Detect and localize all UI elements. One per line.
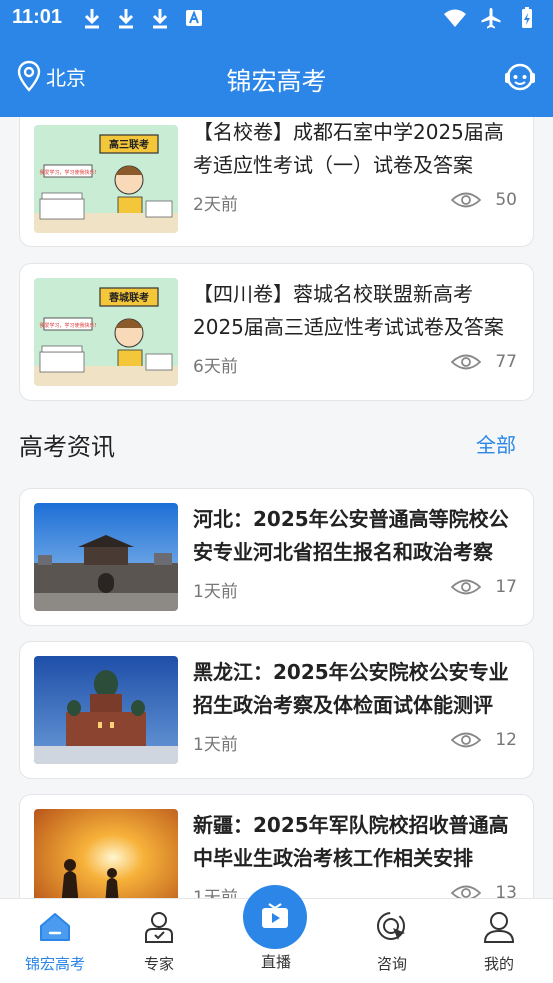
news-view-all-link[interactable]: 全部 xyxy=(476,429,516,458)
wifi-icon xyxy=(444,9,466,27)
tab-label: 专家 xyxy=(143,955,174,973)
news-card-views: 12 xyxy=(451,730,517,750)
tab-label: 直播 xyxy=(260,953,291,971)
tab-me[interactable]: 我的 xyxy=(444,899,553,983)
eye-icon xyxy=(451,732,482,748)
news-thumbnail xyxy=(34,503,178,611)
tab-consult[interactable]: 咨询 xyxy=(337,899,447,983)
exam-card[interactable]: 高三联考 我爱学习，学习使我快乐! 【名校卷】成都石室中学2025届高考适应性考… xyxy=(19,117,534,247)
nav-bar: 北京 锦宏高考 xyxy=(0,48,553,108)
notification-icons xyxy=(80,6,206,30)
font-a-icon xyxy=(186,10,202,26)
expert-icon xyxy=(145,912,173,943)
exam-card-views: 77 xyxy=(451,352,517,372)
news-card-views: 17 xyxy=(451,577,517,597)
news-card-date: 1天前 xyxy=(193,735,238,755)
view-count: 50 xyxy=(495,190,517,210)
news-card-title: 河北：2025年公安普通高等院校公安专业河北省招生报名和政治考察 xyxy=(193,507,509,564)
tab-live[interactable]: 直播 xyxy=(221,885,331,983)
news-card-views: 13 xyxy=(451,883,517,898)
view-count: 77 xyxy=(495,352,517,372)
tv-play-icon xyxy=(262,903,288,928)
eye-icon xyxy=(451,192,482,208)
exam-card-date: 6天前 xyxy=(193,357,238,377)
airplane-icon xyxy=(481,8,501,29)
bottom-tab-bar: 锦宏高考 专家 直播 咨询 我的 xyxy=(0,885,553,983)
download-icon xyxy=(84,9,100,29)
exam-card[interactable]: 蓉城联考 我爱学习，学习使我快乐! 【四川卷】蓉城名校联盟新高考2025届高三适… xyxy=(19,263,534,401)
news-card-date: 1天前 xyxy=(193,888,238,898)
system-icons xyxy=(443,6,539,30)
download-icon xyxy=(152,9,168,29)
news-thumbnail xyxy=(34,656,178,764)
exam-card-title: 【名校卷】成都石室中学2025届高考适应性考试（一）试卷及答案 xyxy=(193,120,504,177)
speech-bubble-text: 我爱学习，学习使我快乐! xyxy=(39,322,96,329)
view-count: 17 xyxy=(495,577,517,597)
view-count: 13 xyxy=(495,883,517,898)
customer-service-icon[interactable] xyxy=(503,60,537,94)
live-button[interactable] xyxy=(243,885,307,949)
news-card[interactable]: 河北：2025年公安普通高等院校公安专业河北省招生报名和政治考察 1天前 17 xyxy=(19,488,534,626)
download-icon xyxy=(118,9,134,29)
tab-label: 我的 xyxy=(483,955,514,973)
news-thumbnail xyxy=(34,809,178,898)
speech-bubble-text: 我爱学习，学习使我快乐! xyxy=(39,169,96,176)
exam-thumbnail: 高三联考 我爱学习，学习使我快乐! xyxy=(34,125,178,233)
exam-card-title: 【四川卷】蓉城名校联盟新高考2025届高三适应性考试试卷及答案 xyxy=(193,282,504,339)
tab-label: 咨询 xyxy=(376,955,407,973)
battery-charging-icon xyxy=(522,7,532,28)
student-cartoon-image: 蓉城联考 我爱学习，学习使我快乐! xyxy=(34,278,178,386)
home-icon xyxy=(40,913,70,941)
badge-text: 蓉城联考 xyxy=(108,291,149,304)
user-profile-icon xyxy=(483,912,515,943)
tab-label: 锦宏高考 xyxy=(24,955,85,973)
soldiers-sunset-image xyxy=(34,809,178,898)
page-title: 锦宏高考 xyxy=(226,67,327,96)
exam-thumbnail: 蓉城联考 我爱学习，学习使我快乐! xyxy=(34,278,178,386)
city-gate-image xyxy=(34,503,178,611)
eye-icon xyxy=(451,354,482,370)
consult-cursor-icon xyxy=(377,912,405,940)
content-scroll[interactable]: 高三联考 我爱学习，学习使我快乐! 【名校卷】成都石室中学2025届高考适应性考… xyxy=(0,117,553,898)
news-section-title: 高考资讯 xyxy=(19,433,115,461)
status-time: 11:01 xyxy=(12,6,63,28)
news-card-date: 1天前 xyxy=(193,582,238,602)
news-card[interactable]: 黑龙江：2025年公安院校公安专业招生政治考察及体检面试体能测评 1天前 12 xyxy=(19,641,534,779)
badge-text: 高三联考 xyxy=(109,138,149,151)
eye-icon xyxy=(451,885,482,898)
exam-card-views: 50 xyxy=(451,190,517,210)
cathedral-image xyxy=(34,656,178,764)
news-card[interactable]: 新疆：2025年军队院校招收普通高中毕业生政治考核工作相关安排 1天前 13 xyxy=(19,794,534,898)
news-card-title: 新疆：2025年军队院校招收普通高中毕业生政治考核工作相关安排 xyxy=(193,813,509,870)
eye-icon xyxy=(451,579,482,595)
view-count: 12 xyxy=(495,730,517,750)
tab-home[interactable]: 锦宏高考 xyxy=(0,899,110,983)
tab-experts[interactable]: 专家 xyxy=(104,899,214,983)
status-bar: 11:01 xyxy=(0,0,553,38)
student-cartoon-image: 高三联考 我爱学习，学习使我快乐! xyxy=(34,125,178,233)
app-header: 11:01 北京 锦宏高考 xyxy=(0,0,553,117)
exam-card-date: 2天前 xyxy=(193,195,238,215)
news-card-title: 黑龙江：2025年公安院校公安专业招生政治考察及体检面试体能测评 xyxy=(193,660,509,717)
